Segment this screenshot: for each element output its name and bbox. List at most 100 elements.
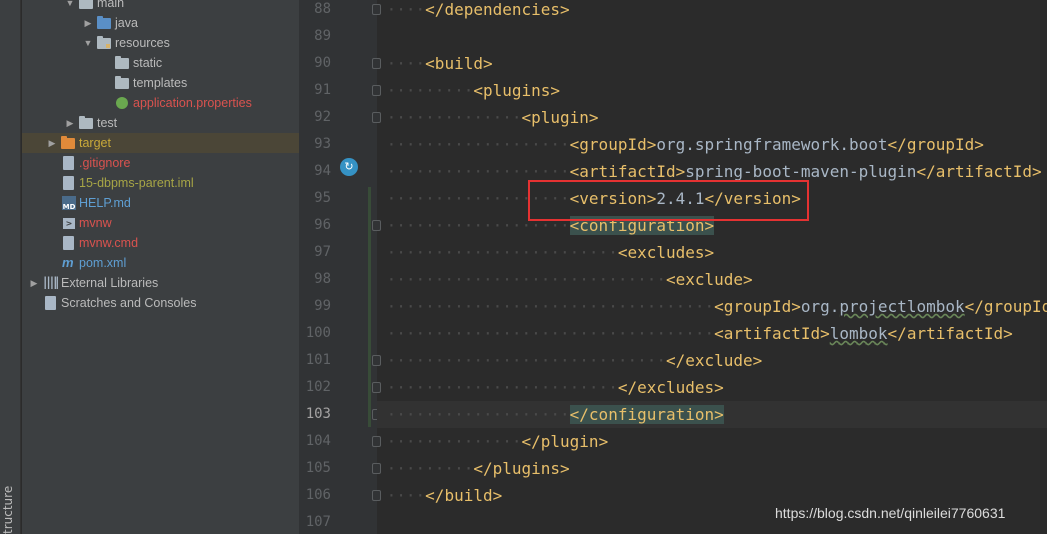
xml-tag: <build>	[425, 54, 493, 73]
xml-tag: </plugin>	[521, 432, 609, 451]
tree-item-label: Scratches and Consoles	[61, 296, 197, 310]
tree-item-gitignore[interactable]: .gitignore	[22, 153, 299, 173]
code-line[interactable]: ····</dependencies>	[377, 0, 1047, 23]
line-number: 92	[314, 109, 331, 125]
editor-gutter: 88 89 90 91 92 93 94 95 96 97 98 99 100 101 102 103 104 1…	[299, 0, 381, 534]
code-line[interactable]: ··································<group…	[377, 293, 1047, 320]
watermark-text: https://blog.csdn.net/qinleilei7760631	[775, 505, 1006, 521]
line-number: 101	[305, 352, 331, 368]
code-line[interactable]: ························<excludes>	[377, 239, 1047, 266]
gitignore-file-icon	[61, 155, 77, 171]
tree-item-label: pom.xml	[79, 256, 127, 270]
xml-tag: </groupId>	[964, 297, 1047, 316]
folder-icon	[115, 55, 131, 71]
whitespace-dots: ··············	[377, 432, 522, 451]
tree-item-target[interactable]: ▶ target	[22, 133, 299, 153]
line-number: 95	[314, 190, 331, 206]
xml-text: projectlombok	[839, 297, 965, 316]
tree-item-scratches-and-consoles[interactable]: Scratches and Consoles	[22, 293, 299, 313]
line-number: 88	[314, 1, 331, 17]
tree-item-java[interactable]: ▶ java	[22, 13, 299, 33]
tree-item-application-properties[interactable]: application.properties	[22, 93, 299, 113]
whitespace-dots: ···················	[377, 135, 570, 154]
structure-tool-tab[interactable]: tructure	[3, 474, 17, 534]
xml-tag: </groupId>	[887, 135, 984, 154]
chevron-down-icon[interactable]: ▼	[83, 33, 93, 53]
code-line[interactable]: ·········</plugins>	[377, 455, 1047, 482]
code-line[interactable]: ···················</configuration>	[377, 401, 1047, 428]
whitespace-dots: ························	[377, 378, 618, 397]
xml-text: org.springframework.boot	[656, 135, 888, 154]
spring-properties-icon	[115, 95, 131, 111]
resources-folder-icon	[97, 35, 113, 51]
code-line[interactable]: ···················<groupId>org.springfr…	[377, 131, 1047, 158]
whitespace-dots: ·········	[377, 81, 474, 100]
red-annotation-box	[528, 180, 809, 221]
tree-item-label: static	[133, 56, 163, 70]
scratches-icon	[43, 295, 59, 311]
maven-icon: m	[62, 255, 74, 270]
line-number: 96	[314, 217, 331, 233]
xml-tag: </configuration>	[569, 405, 724, 424]
tree-item-label: 15-dbpms-parent.iml	[79, 176, 194, 190]
whitespace-dots: ··································	[377, 297, 715, 316]
xml-tag: <plugin>	[521, 108, 599, 127]
tree-item-resources[interactable]: ▼ resources	[22, 33, 299, 53]
vcs-change-marker[interactable]	[368, 187, 371, 427]
tree-item-help-md[interactable]: MD HELP.md	[22, 193, 299, 213]
code-line[interactable]: ·····························<exclude>	[377, 266, 1047, 293]
code-line[interactable]: ·········<plugins>	[377, 77, 1047, 104]
line-number: 104	[305, 433, 331, 449]
chevron-right-icon[interactable]: ▶	[47, 133, 57, 153]
code-line[interactable]	[377, 23, 1047, 50]
tree-item-label: mvnw.cmd	[79, 236, 139, 250]
tree-item-pom-xml[interactable]: m pom.xml	[22, 253, 299, 273]
code-line[interactable]: ····<build>	[377, 50, 1047, 77]
xml-tag: </build>	[425, 486, 503, 505]
line-number: 90	[314, 55, 331, 71]
xml-tag: </dependencies>	[425, 0, 570, 19]
tree-item-external-libraries[interactable]: ▶ |||‖ External Libraries	[22, 273, 299, 293]
code-line[interactable]: ························</excludes>	[377, 374, 1047, 401]
structure-tab-label: tructure	[3, 485, 15, 534]
tree-item-mvnw[interactable]: > mvnw	[22, 213, 299, 233]
folder-orange-icon	[61, 135, 77, 151]
tree-item-main[interactable]: ▼ main	[22, 0, 299, 13]
folder-icon	[79, 115, 95, 131]
chevron-down-icon[interactable]: ▼	[65, 0, 75, 13]
tree-item-static[interactable]: static	[22, 53, 299, 73]
chevron-right-icon[interactable]: ▶	[29, 273, 39, 293]
xml-tag: <exclude>	[665, 270, 753, 289]
xml-tag: <groupId>	[569, 135, 657, 154]
tree-item-test[interactable]: ▶ test	[22, 113, 299, 133]
left-tool-strip: tructure	[0, 0, 21, 534]
tree-item-label: .gitignore	[79, 156, 131, 170]
line-number: 99	[314, 298, 331, 314]
code-line[interactable]: ··············<plugin>	[377, 104, 1047, 131]
tree-item-mvnw-cmd[interactable]: mvnw.cmd	[22, 233, 299, 253]
chevron-right-icon[interactable]: ▶	[83, 13, 93, 33]
line-number: 98	[314, 271, 331, 287]
project-tree[interactable]: ▼ main ▶ java ▼ resources static templates appli…	[22, 0, 299, 534]
xml-tag: <artifactId>	[714, 324, 830, 343]
code-editor[interactable]: 88 89 90 91 92 93 94 95 96 97 98 99 100 101 102 103 104 1…	[299, 0, 1047, 534]
code-line[interactable]: ··································<artif…	[377, 320, 1047, 347]
whitespace-dots: ····	[377, 0, 426, 19]
chevron-right-icon[interactable]: ▶	[65, 113, 75, 133]
tree-item-15-dbpms-parent-iml[interactable]: 15-dbpms-parent.iml	[22, 173, 299, 193]
override-method-icon[interactable]: ↻	[340, 158, 358, 176]
line-number: 107	[305, 514, 331, 530]
code-line[interactable]: ·····························</exclude>	[377, 347, 1047, 374]
tree-item-templates[interactable]: templates	[22, 73, 299, 93]
tree-item-label: templates	[133, 76, 188, 90]
xml-tag: <plugins>	[473, 81, 561, 100]
whitespace-dots: ·········	[377, 459, 474, 478]
xml-text: lombok	[829, 324, 888, 343]
tree-item-label: mvnw	[79, 216, 112, 230]
tree-item-label: application.properties	[133, 96, 252, 110]
cmd-file-icon	[61, 235, 77, 251]
whitespace-dots: ·····························	[377, 351, 666, 370]
iml-file-icon	[61, 175, 77, 191]
code-line[interactable]: ··············</plugin>	[377, 428, 1047, 455]
whitespace-dots: ························	[377, 243, 618, 262]
